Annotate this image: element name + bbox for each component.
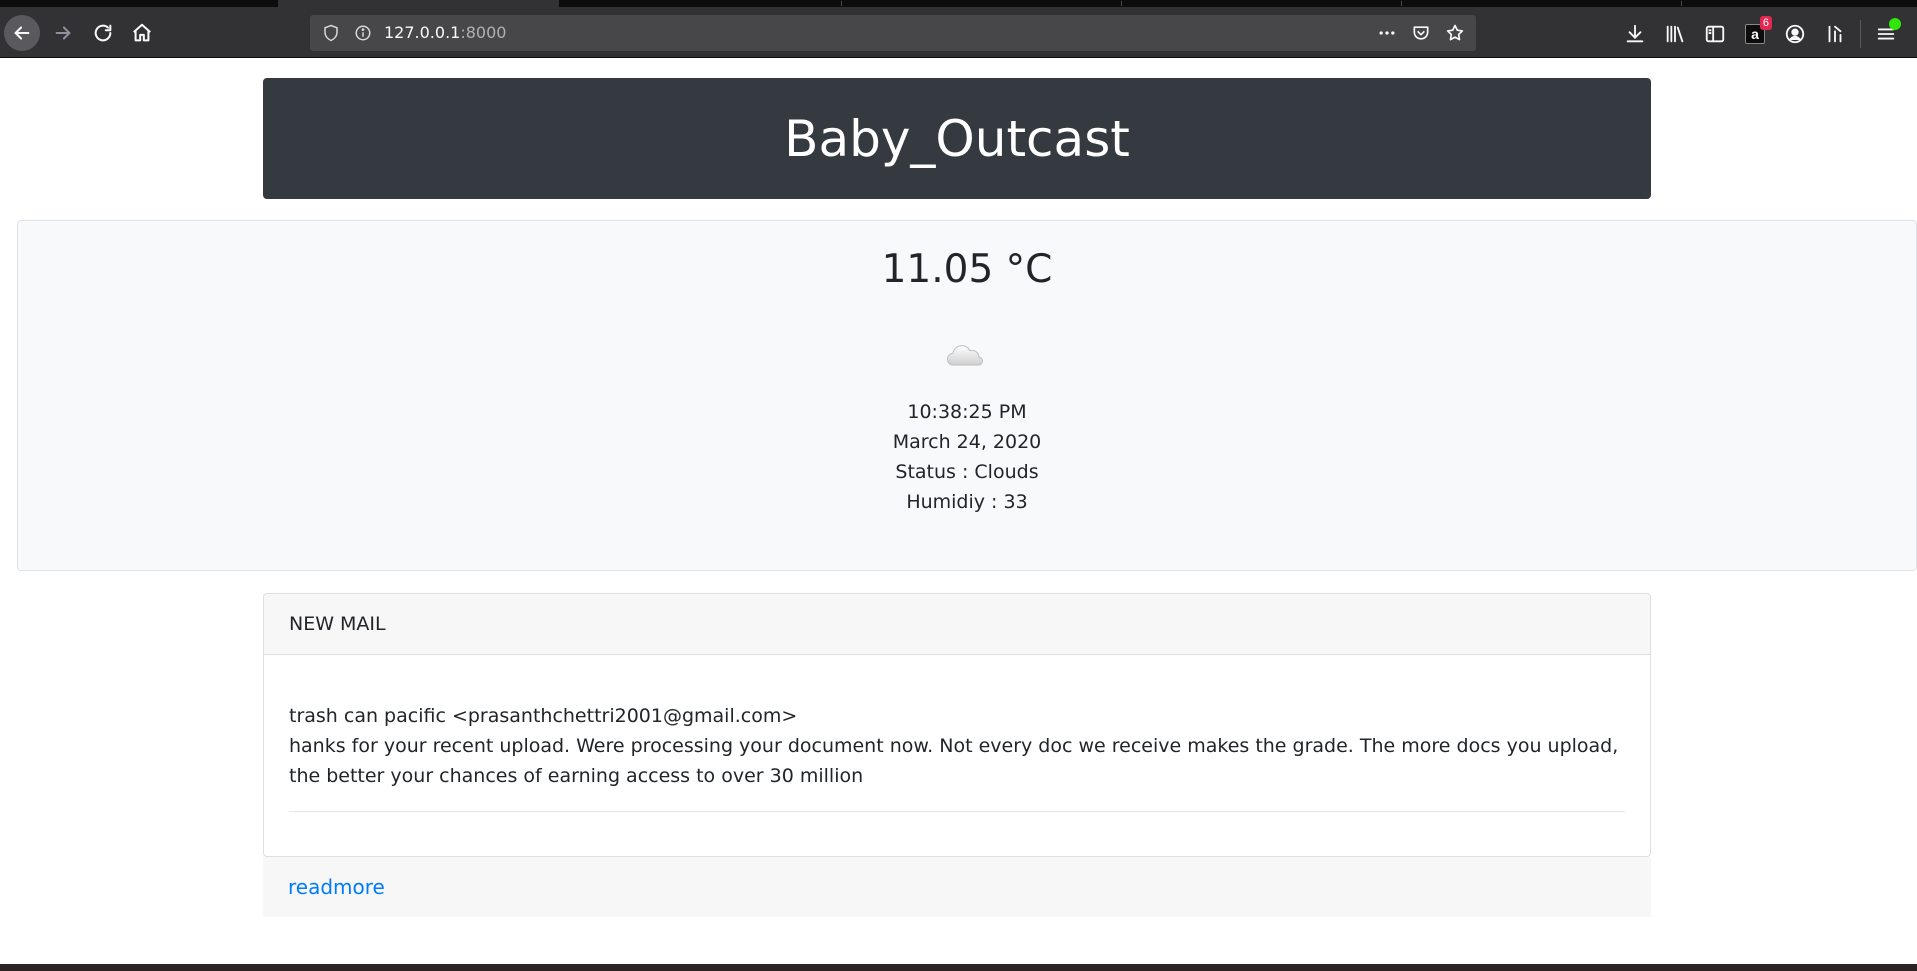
home-icon bbox=[133, 23, 151, 42]
arrow-left-icon bbox=[14, 26, 30, 40]
menu-button[interactable] bbox=[1871, 18, 1901, 48]
temperature: 11.05 °C bbox=[881, 247, 1053, 292]
page-content: Baby_Outcast 11.05 °C 10:38:25 PM March … bbox=[0, 59, 1917, 964]
weather-card: 11.05 °C 10:38:25 PM March 24, 2020 Stat… bbox=[17, 220, 1917, 571]
forward-button[interactable] bbox=[45, 15, 81, 51]
star-icon bbox=[1446, 24, 1464, 41]
extension-badge: 6 bbox=[1759, 16, 1772, 30]
home-button[interactable] bbox=[124, 15, 160, 51]
url-port: :8000 bbox=[460, 23, 507, 42]
account-icon bbox=[1785, 24, 1805, 44]
url-actions bbox=[1374, 21, 1468, 45]
amazon-extension-button[interactable]: a 6 bbox=[1740, 16, 1772, 48]
url-host: 127.0.0.1 bbox=[384, 23, 461, 42]
mail-sender: trash can pacific <prasanthchettri2001@g… bbox=[289, 705, 798, 727]
tab-separator bbox=[1401, 1, 1402, 6]
url-text[interactable]: 127.0.0.1:8000 bbox=[384, 23, 506, 42]
sidebar-button[interactable] bbox=[1700, 20, 1730, 48]
readmore-link[interactable]: readmore bbox=[288, 875, 385, 899]
mail-item: trash can pacific <prasanthchettri2001@g… bbox=[264, 655, 1650, 791]
address-bar[interactable]: 127.0.0.1:8000 bbox=[310, 15, 1476, 51]
account-button[interactable] bbox=[1780, 20, 1810, 48]
sidebar-icon bbox=[1705, 25, 1725, 43]
mail-card-header: NEW MAIL bbox=[264, 594, 1650, 655]
download-icon bbox=[1626, 24, 1644, 43]
toolbar-separator bbox=[1860, 20, 1861, 48]
weather-status: Status : Clouds bbox=[895, 461, 1039, 483]
site-title: Baby_Outcast bbox=[784, 109, 1130, 168]
tab-separator bbox=[1681, 1, 1682, 6]
library-button[interactable] bbox=[1660, 20, 1690, 48]
weather-time: 10:38:25 PM bbox=[907, 401, 1027, 423]
downloads-button[interactable] bbox=[1620, 20, 1650, 48]
mail-card: NEW MAIL trash can pacific <prasanthchet… bbox=[263, 593, 1651, 857]
mail-card-footer: readmore bbox=[263, 857, 1651, 917]
arrow-right-icon bbox=[55, 26, 71, 40]
pocket-button[interactable] bbox=[1408, 21, 1434, 45]
tab-strip bbox=[0, 0, 1917, 7]
weather-date: March 24, 2020 bbox=[892, 431, 1042, 453]
mail-snippet: hanks for your recent upload. Were proce… bbox=[289, 735, 1619, 787]
cloud-icon bbox=[946, 345, 983, 366]
mail-divider bbox=[289, 811, 1625, 812]
shield-icon[interactable] bbox=[322, 24, 340, 42]
library-icon bbox=[1666, 25, 1684, 43]
tab-separator bbox=[1121, 1, 1122, 6]
tab-separator bbox=[841, 1, 842, 6]
reload-icon bbox=[94, 24, 112, 42]
more-horizontal-icon bbox=[1379, 31, 1395, 35]
weather-details: 10:38:25 PM March 24, 2020 Status : Clou… bbox=[18, 397, 1916, 517]
page-actions-button[interactable] bbox=[1374, 21, 1400, 45]
info-icon[interactable] bbox=[354, 24, 372, 42]
weather-humidity: Humidiy : 33 bbox=[906, 491, 1028, 513]
stats-extension-button[interactable] bbox=[1820, 20, 1850, 48]
taskbar-edge bbox=[0, 964, 1917, 971]
bars-icon bbox=[1828, 25, 1842, 43]
update-available-icon bbox=[1889, 18, 1901, 30]
reload-button[interactable] bbox=[85, 15, 121, 51]
bookmark-button[interactable] bbox=[1442, 21, 1468, 45]
pocket-icon bbox=[1413, 26, 1429, 40]
toolbar-right: a 6 bbox=[1620, 16, 1901, 48]
site-header: Baby_Outcast bbox=[263, 78, 1651, 199]
active-tab[interactable] bbox=[278, 0, 559, 7]
back-button[interactable] bbox=[4, 15, 40, 51]
browser-toolbar: 127.0.0.1:8000 a 6 bbox=[0, 7, 1917, 58]
